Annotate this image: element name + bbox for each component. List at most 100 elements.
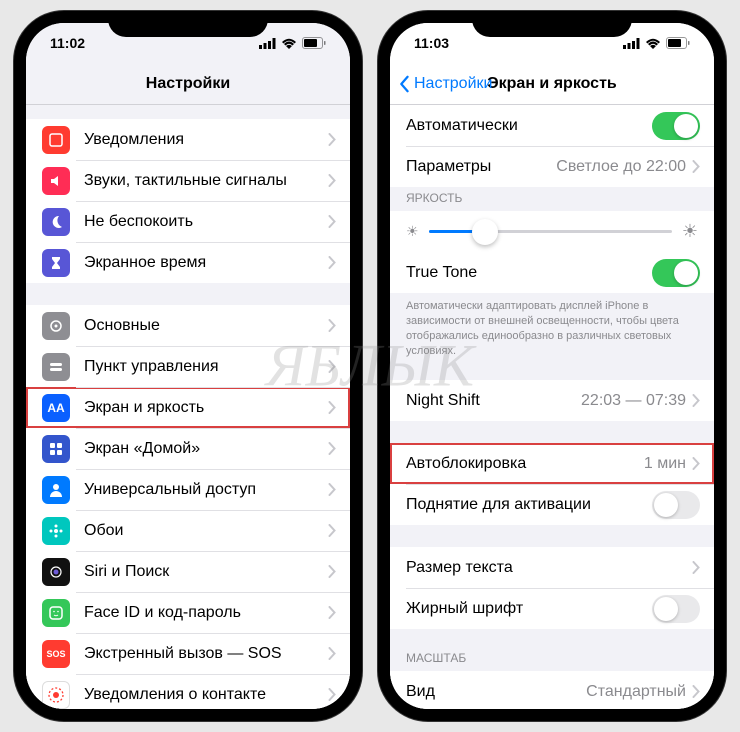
battery-icon (666, 37, 690, 49)
chevron-right-icon (692, 457, 700, 470)
settings-row[interactable]: Пункт управления (26, 346, 350, 387)
back-button[interactable]: Настройки (398, 75, 492, 93)
toggle-auto-appearance[interactable] (652, 112, 700, 140)
sun-max-icon: ☀︎ (682, 221, 698, 242)
settings-row[interactable]: AAЭкран и яркость (26, 387, 350, 428)
row-label: Экран «Домой» (84, 440, 328, 458)
row-auto-appearance[interactable]: Автоматически (390, 105, 714, 146)
status-icons (259, 37, 326, 49)
chevron-right-icon (328, 483, 336, 496)
row-label: True Tone (406, 264, 652, 282)
row-label: Экстренный вызов — SOS (84, 645, 328, 663)
settings-row[interactable]: Уведомления (26, 119, 350, 160)
row-label: Siri и Поиск (84, 563, 328, 581)
chevron-right-icon (328, 565, 336, 578)
settings-row[interactable]: Экранное время (26, 242, 350, 283)
chevron-right-icon (328, 256, 336, 269)
nav-title: Экран и яркость (487, 75, 617, 93)
sun-min-icon: ☀︎ (406, 223, 419, 240)
back-label: Настройки (414, 75, 492, 93)
settings-row[interactable]: Face ID и код-пароль (26, 592, 350, 633)
settings-row[interactable]: Уведомления о контакте (26, 674, 350, 709)
row-options[interactable]: Параметры Светлое до 22:00 (390, 146, 714, 187)
row-label: Не беспокоить (84, 213, 328, 231)
notification-icon (42, 126, 70, 154)
hourglass-icon (42, 249, 70, 277)
row-night-shift[interactable]: Night Shift 22:03 — 07:39 (390, 380, 714, 421)
flower-icon (42, 517, 70, 545)
chevron-right-icon (328, 524, 336, 537)
phone-left: 11:02 Настройки Уведомления Звуки, тактил… (14, 11, 362, 721)
nav-bar: Настройки Экран и яркость (390, 63, 714, 105)
dotcircle-icon (42, 681, 70, 709)
sound-icon (42, 167, 70, 195)
gear-icon (42, 312, 70, 340)
row-value: Светлое до 22:00 (556, 158, 686, 176)
screen-right: 11:03 Настройки Экран и яркость Автомати… (390, 23, 714, 709)
chevron-right-icon (328, 319, 336, 332)
chevron-right-icon (328, 606, 336, 619)
settings-row[interactable]: Обои (26, 510, 350, 551)
row-label: Вид (406, 683, 586, 701)
row-auto-lock[interactable]: Автоблокировка 1 мин (390, 443, 714, 484)
status-time: 11:02 (50, 35, 85, 51)
faceid-icon (42, 599, 70, 627)
row-true-tone[interactable]: True Tone (390, 252, 714, 293)
cellular-signal-icon (259, 38, 276, 49)
brightness-slider-row: ☀︎ ☀︎ (390, 211, 714, 252)
toggle-true-tone[interactable] (652, 259, 700, 287)
brightness-slider[interactable] (429, 230, 672, 233)
chevron-right-icon (328, 401, 336, 414)
row-label: Пункт управления (84, 358, 328, 376)
chevron-right-icon (328, 174, 336, 187)
row-view[interactable]: Вид Стандартный (390, 671, 714, 709)
row-label: Night Shift (406, 392, 581, 410)
toggle-bold-text[interactable] (652, 595, 700, 623)
row-bold-text[interactable]: Жирный шрифт (390, 588, 714, 629)
cellular-signal-icon (623, 38, 640, 49)
chevron-right-icon (692, 394, 700, 407)
grid-icon (42, 435, 70, 463)
chevron-right-icon (328, 360, 336, 373)
row-label: Параметры (406, 158, 556, 176)
row-value: 1 мин (644, 455, 686, 473)
nav-bar: Настройки (26, 63, 350, 105)
row-label: Экранное время (84, 254, 328, 272)
SOS-icon: SOS (42, 640, 70, 668)
chevron-right-icon (328, 442, 336, 455)
notch (472, 11, 632, 37)
row-label: Жирный шрифт (406, 600, 652, 618)
settings-row[interactable]: Основные (26, 305, 350, 346)
section-header-brightness: ЯРКОСТЬ (390, 187, 714, 211)
row-label: Поднятие для активации (406, 496, 652, 514)
siri-icon (42, 558, 70, 586)
row-label: Звуки, тактильные сигналы (84, 172, 328, 190)
settings-row[interactable]: Экран «Домой» (26, 428, 350, 469)
display-brightness-list[interactable]: Автоматически Параметры Светлое до 22:00… (390, 105, 714, 709)
settings-row[interactable]: SOS Экстренный вызов — SOS (26, 633, 350, 674)
section-header-scale: МАСШТАБ (390, 647, 714, 671)
chevron-right-icon (692, 160, 700, 173)
row-label: Основные (84, 317, 328, 335)
chevron-right-icon (692, 685, 700, 698)
person-icon (42, 476, 70, 504)
row-label: Размер текста (406, 559, 692, 577)
settings-list[interactable]: Уведомления Звуки, тактильные сигналы Не б… (26, 105, 350, 709)
settings-row[interactable]: Не беспокоить (26, 201, 350, 242)
settings-row[interactable]: Звуки, тактильные сигналы (26, 160, 350, 201)
settings-row[interactable]: Siri и Поиск (26, 551, 350, 592)
row-text-size[interactable]: Размер текста (390, 547, 714, 588)
row-raise-to-wake[interactable]: Поднятие для активации (390, 484, 714, 525)
row-label: Автоблокировка (406, 455, 644, 473)
chevron-right-icon (328, 133, 336, 146)
row-label: Универсальный доступ (84, 481, 328, 499)
toggle-raise-to-wake[interactable] (652, 491, 700, 519)
row-label: Обои (84, 522, 328, 540)
notch (108, 11, 268, 37)
status-time: 11:03 (414, 35, 449, 51)
settings-row[interactable]: Универсальный доступ (26, 469, 350, 510)
footer-true-tone: Автоматически адаптировать дисплей iPhon… (390, 293, 714, 358)
row-label: Уведомления о контакте (84, 686, 328, 704)
row-value: 22:03 — 07:39 (581, 392, 686, 410)
row-label: Автоматически (406, 117, 652, 135)
